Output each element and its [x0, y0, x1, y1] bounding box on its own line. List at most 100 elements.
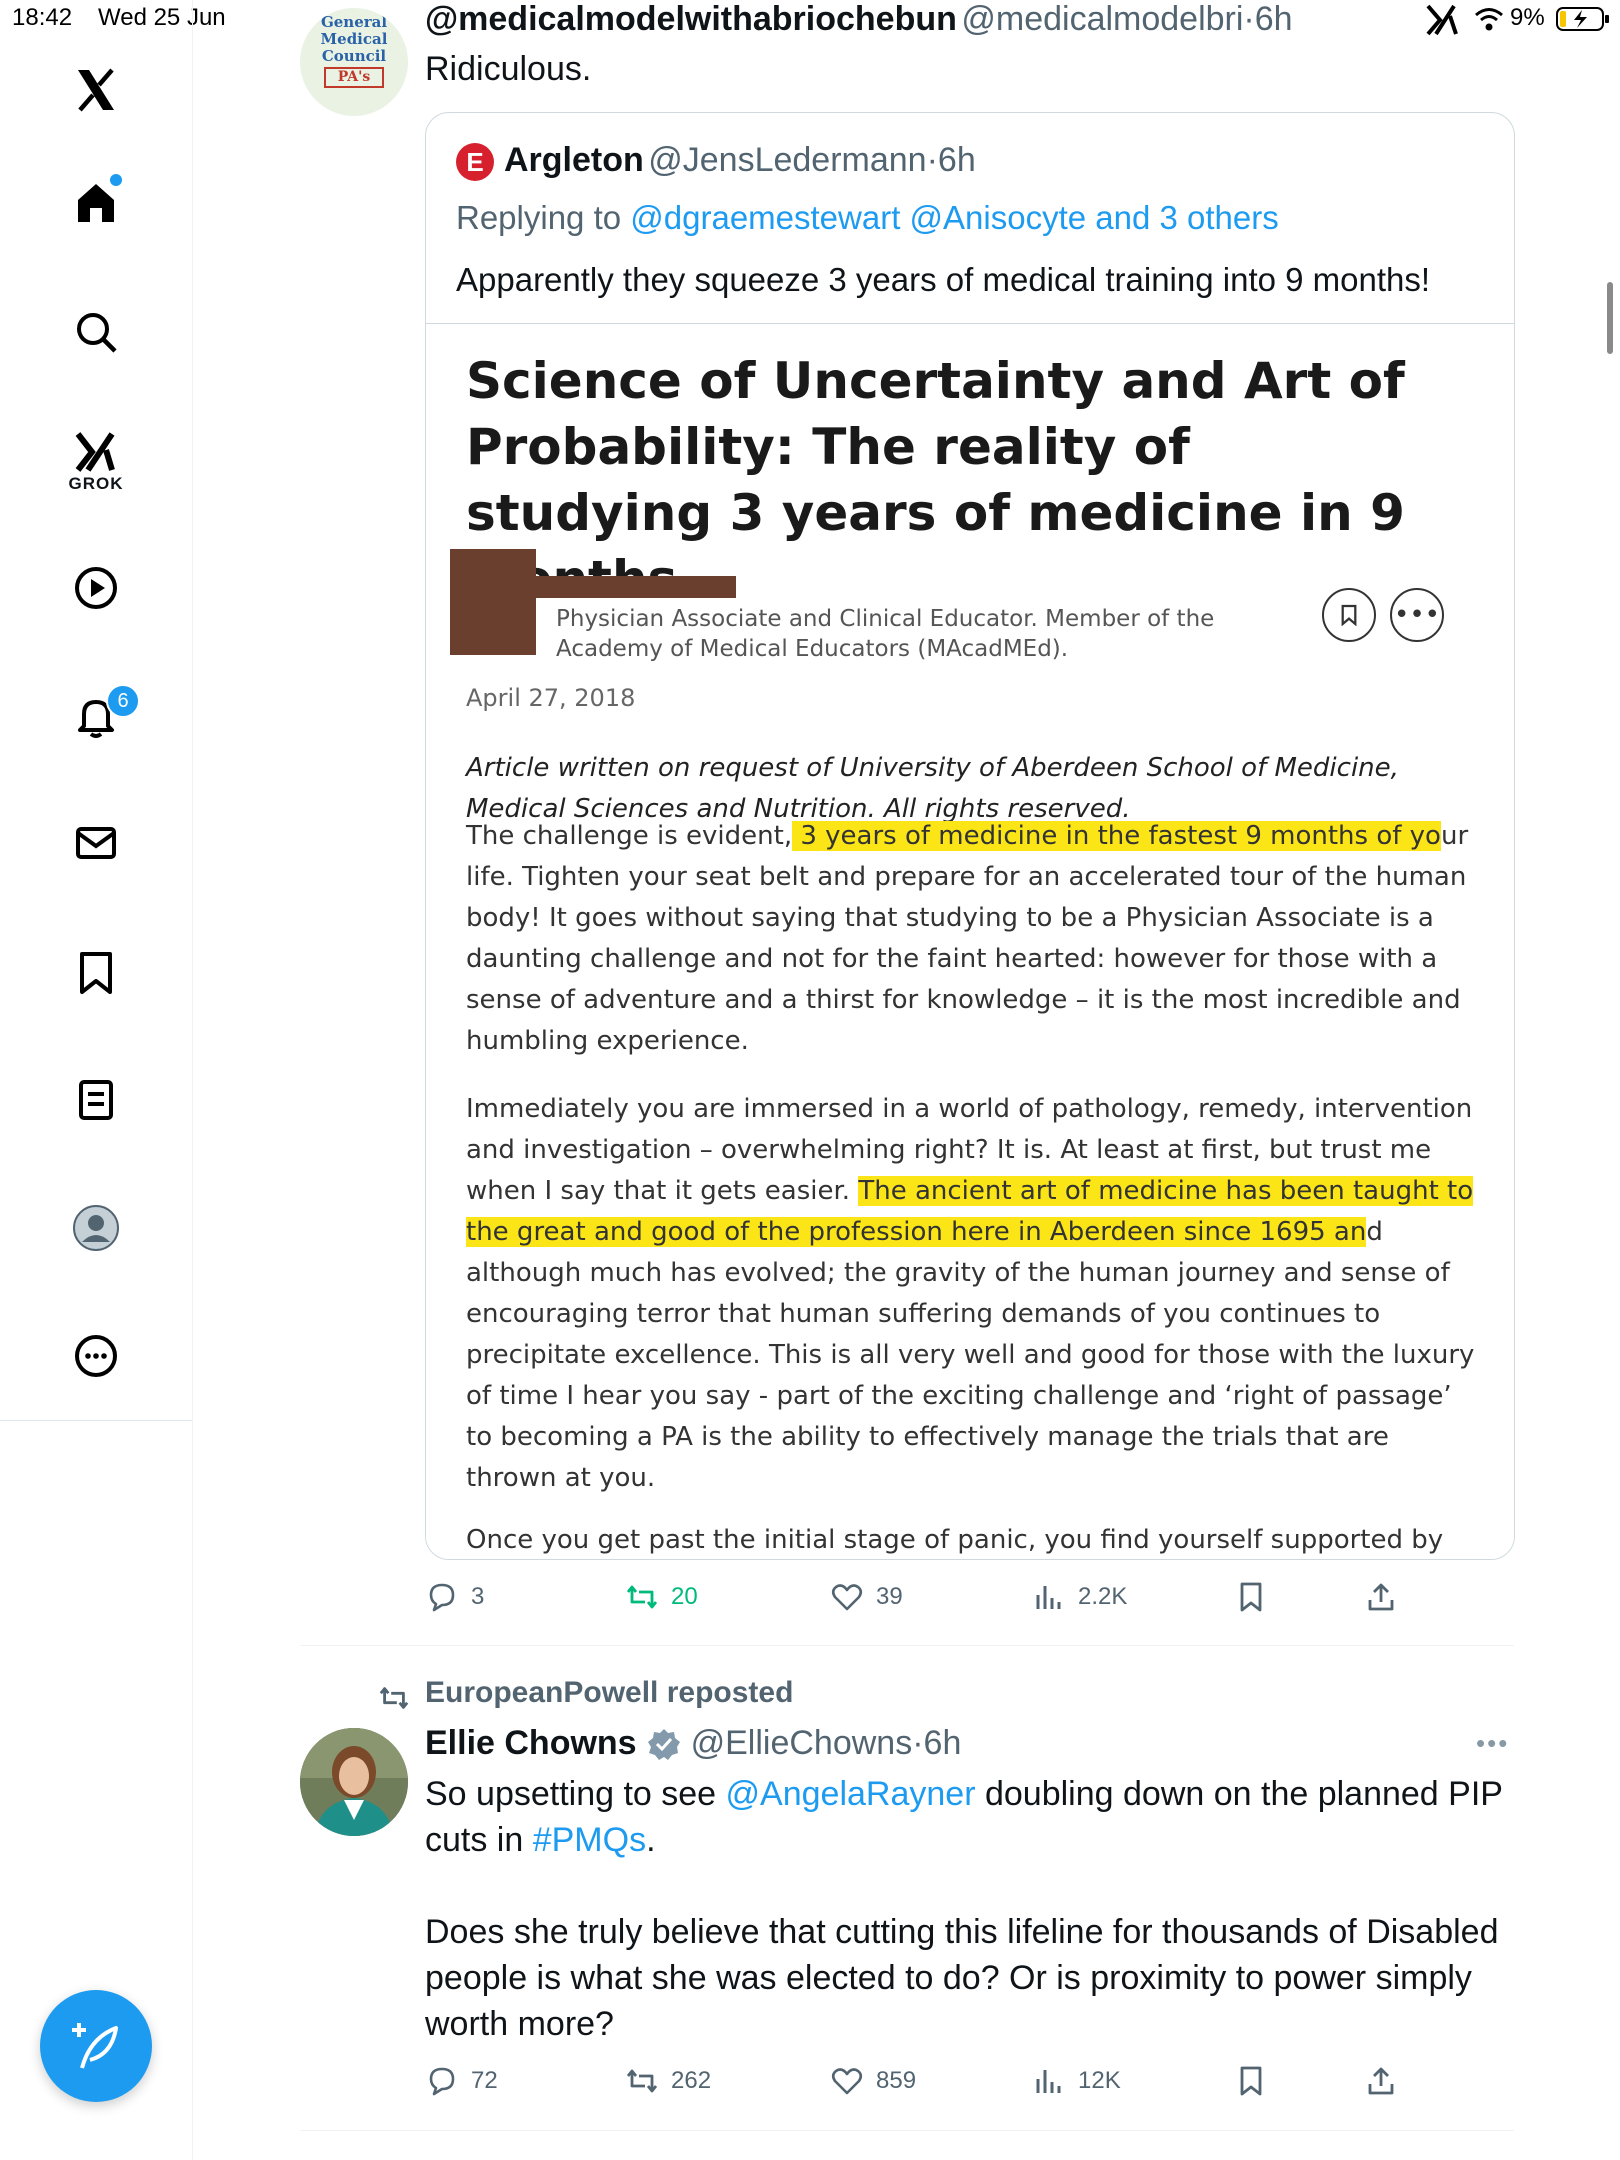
- p1-text-a: The challenge is evident,: [466, 821, 793, 851]
- article-paragraph-3: Once you get past the initial stage of p…: [466, 1525, 1444, 1555]
- repost-icon: [626, 2069, 658, 2093]
- repost-button[interactable]: 20: [625, 1580, 698, 1614]
- views-count: 2.2K: [1078, 1583, 1128, 1610]
- like-count: 39: [876, 1583, 903, 1610]
- reply-button[interactable]: 72: [425, 2064, 498, 2098]
- repost-indicator-icon: [378, 1682, 410, 1714]
- home-icon[interactable]: [68, 174, 124, 230]
- replying-to-users[interactable]: @dgraemestewart @Anisocyte and 3 others: [630, 199, 1278, 236]
- more-options-icon[interactable]: [68, 1328, 124, 1384]
- views-icon: [1036, 1586, 1061, 1609]
- scrollbar-thumb[interactable]: [1607, 282, 1613, 354]
- views-button[interactable]: 2.2K: [1032, 1580, 1127, 1614]
- repost-button[interactable]: 262: [625, 2064, 711, 2098]
- compose-feather-icon: [72, 2023, 118, 2069]
- share-button[interactable]: [1364, 2064, 1398, 2098]
- replying-to: Replying to @dgraemestewart @Anisocyte a…: [456, 199, 1279, 237]
- notifications-badge: 6: [106, 684, 140, 718]
- like-button[interactable]: 859: [830, 2064, 916, 2098]
- avatar-ellie[interactable]: [300, 1728, 408, 1836]
- tweet2-text: So upsetting to see @AngelaRayner doubli…: [425, 1771, 1515, 1863]
- article-date: April 27, 2018: [466, 684, 636, 712]
- heart-icon: [831, 1584, 863, 1611]
- article-title: Science of Uncertainty and Art of Probab…: [466, 352, 1405, 608]
- grok-label: GROK: [68, 474, 124, 493]
- video-play-icon[interactable]: [68, 560, 124, 616]
- repost-count: 20: [671, 1583, 698, 1610]
- sidebar-divider: [0, 1420, 192, 1421]
- reposted-by[interactable]: EuropeanPowell reposted: [425, 1676, 793, 1710]
- share-button[interactable]: [1364, 1580, 1398, 1614]
- p2-text-b: d although much has evolved; the gravity…: [466, 1217, 1475, 1493]
- grok-status-icon: [1424, 2, 1460, 38]
- reply-count: 3: [471, 1583, 485, 1610]
- bookmarks-icon[interactable]: [68, 944, 124, 1000]
- profile-avatar-icon[interactable]: [68, 1200, 124, 1256]
- grok-icon: [75, 432, 115, 472]
- views-button[interactable]: 12K: [1032, 2064, 1121, 2098]
- bookmark-button[interactable]: [1234, 1580, 1268, 1614]
- article-paragraph-1: The challenge is evident, 3 years of med…: [466, 816, 1476, 1062]
- mention-link[interactable]: @AngelaRayner: [726, 1775, 976, 1813]
- heart-icon: [831, 2068, 863, 2095]
- tweet-divider: [300, 1645, 1514, 1646]
- display-name[interactable]: @medicalmodelwithabriochebun: [425, 0, 957, 38]
- article-paragraph-2: Immediately you are immersed in a world …: [466, 1089, 1476, 1499]
- battery-percent: 9%: [1510, 4, 1545, 31]
- p1-highlight: 3 years of medicine in the fastest 9 mon…: [792, 821, 1441, 851]
- like-button[interactable]: 39: [830, 1580, 903, 1614]
- repost-count: 262: [671, 2067, 712, 2094]
- sidebar-nav: GROK 6: [0, 0, 193, 2160]
- repost-icon: [626, 1585, 658, 1609]
- article-bookmark-icon: [1322, 588, 1376, 642]
- article-more-icon: •••: [1390, 588, 1444, 642]
- wifi-icon: [1474, 6, 1504, 32]
- avatar-text-2: Medical: [320, 30, 388, 48]
- handle[interactable]: @medicalmodelbri: [961, 0, 1243, 38]
- messages-envelope-icon[interactable]: [68, 815, 124, 871]
- article-screenshot-image[interactable]: Science of Uncertainty and Art of Probab…: [426, 323, 1514, 1559]
- timestamp[interactable]: 6h: [924, 1724, 962, 1762]
- quote-header: Argleton @JensLedermann·6h: [504, 141, 976, 179]
- avatar-text-1: General: [320, 13, 388, 31]
- tweet-more-options-icon[interactable]: •••: [1476, 1728, 1509, 1759]
- p1-text-b: ur life. Tighten your seat belt and prep…: [466, 821, 1469, 1056]
- handle[interactable]: @EllieChowns: [691, 1724, 913, 1762]
- bookmark-icon: [1240, 1582, 1262, 1612]
- search-icon[interactable]: [68, 304, 124, 360]
- tweet2-header: Ellie Chowns @EllieChowns·6h: [425, 1724, 962, 1763]
- avatar-gmc[interactable]: General Medical Council PA's: [300, 8, 408, 116]
- redacted-author-photo: [450, 549, 536, 655]
- verified-badge-icon: [647, 1728, 680, 1760]
- like-count: 859: [876, 2067, 917, 2094]
- tweet2-text-c: .: [646, 1821, 656, 1859]
- compose-post-button[interactable]: [40, 1990, 152, 2102]
- views-count: 12K: [1078, 2067, 1121, 2094]
- tweet-text: Ridiculous.: [425, 50, 592, 88]
- lists-icon[interactable]: [68, 1072, 124, 1128]
- tweet2-text-a: So upsetting to see: [425, 1775, 726, 1813]
- tweet2-text-2: Does she truly believe that cutting this…: [425, 1913, 1499, 2043]
- grok-nav-item[interactable]: GROK: [68, 420, 124, 500]
- views-icon: [1036, 2070, 1061, 2093]
- hashtag-link[interactable]: #PMQs: [533, 1821, 646, 1859]
- reply-icon: [429, 2067, 455, 2096]
- replying-prefix: Replying to: [456, 199, 631, 236]
- quoted-tweet[interactable]: E Argleton @JensLedermann·6h Replying to…: [425, 112, 1515, 1560]
- display-name[interactable]: Ellie Chowns: [425, 1724, 637, 1763]
- bookmark-button[interactable]: [1234, 2064, 1268, 2098]
- reply-count: 72: [471, 2067, 498, 2094]
- quote-timestamp: 6h: [937, 141, 976, 179]
- timestamp[interactable]: 6h: [1255, 0, 1293, 38]
- redacted-author-name: [536, 576, 736, 598]
- x-logo-icon[interactable]: [68, 62, 124, 118]
- home-unread-dot: [110, 174, 122, 186]
- reply-button[interactable]: 3: [425, 1580, 484, 1614]
- tweet-divider-2: [300, 2130, 1514, 2131]
- notifications-bell-icon[interactable]: 6: [68, 684, 140, 744]
- author-bio: Physician Associate and Clinical Educato…: [556, 606, 1215, 662]
- argleton-avatar: E: [456, 143, 494, 181]
- avatar-text-3: Council: [321, 47, 387, 65]
- reply-icon: [429, 1583, 455, 1612]
- tweet-header: @medicalmodelwithabriochebun @medicalmod…: [425, 0, 1293, 38]
